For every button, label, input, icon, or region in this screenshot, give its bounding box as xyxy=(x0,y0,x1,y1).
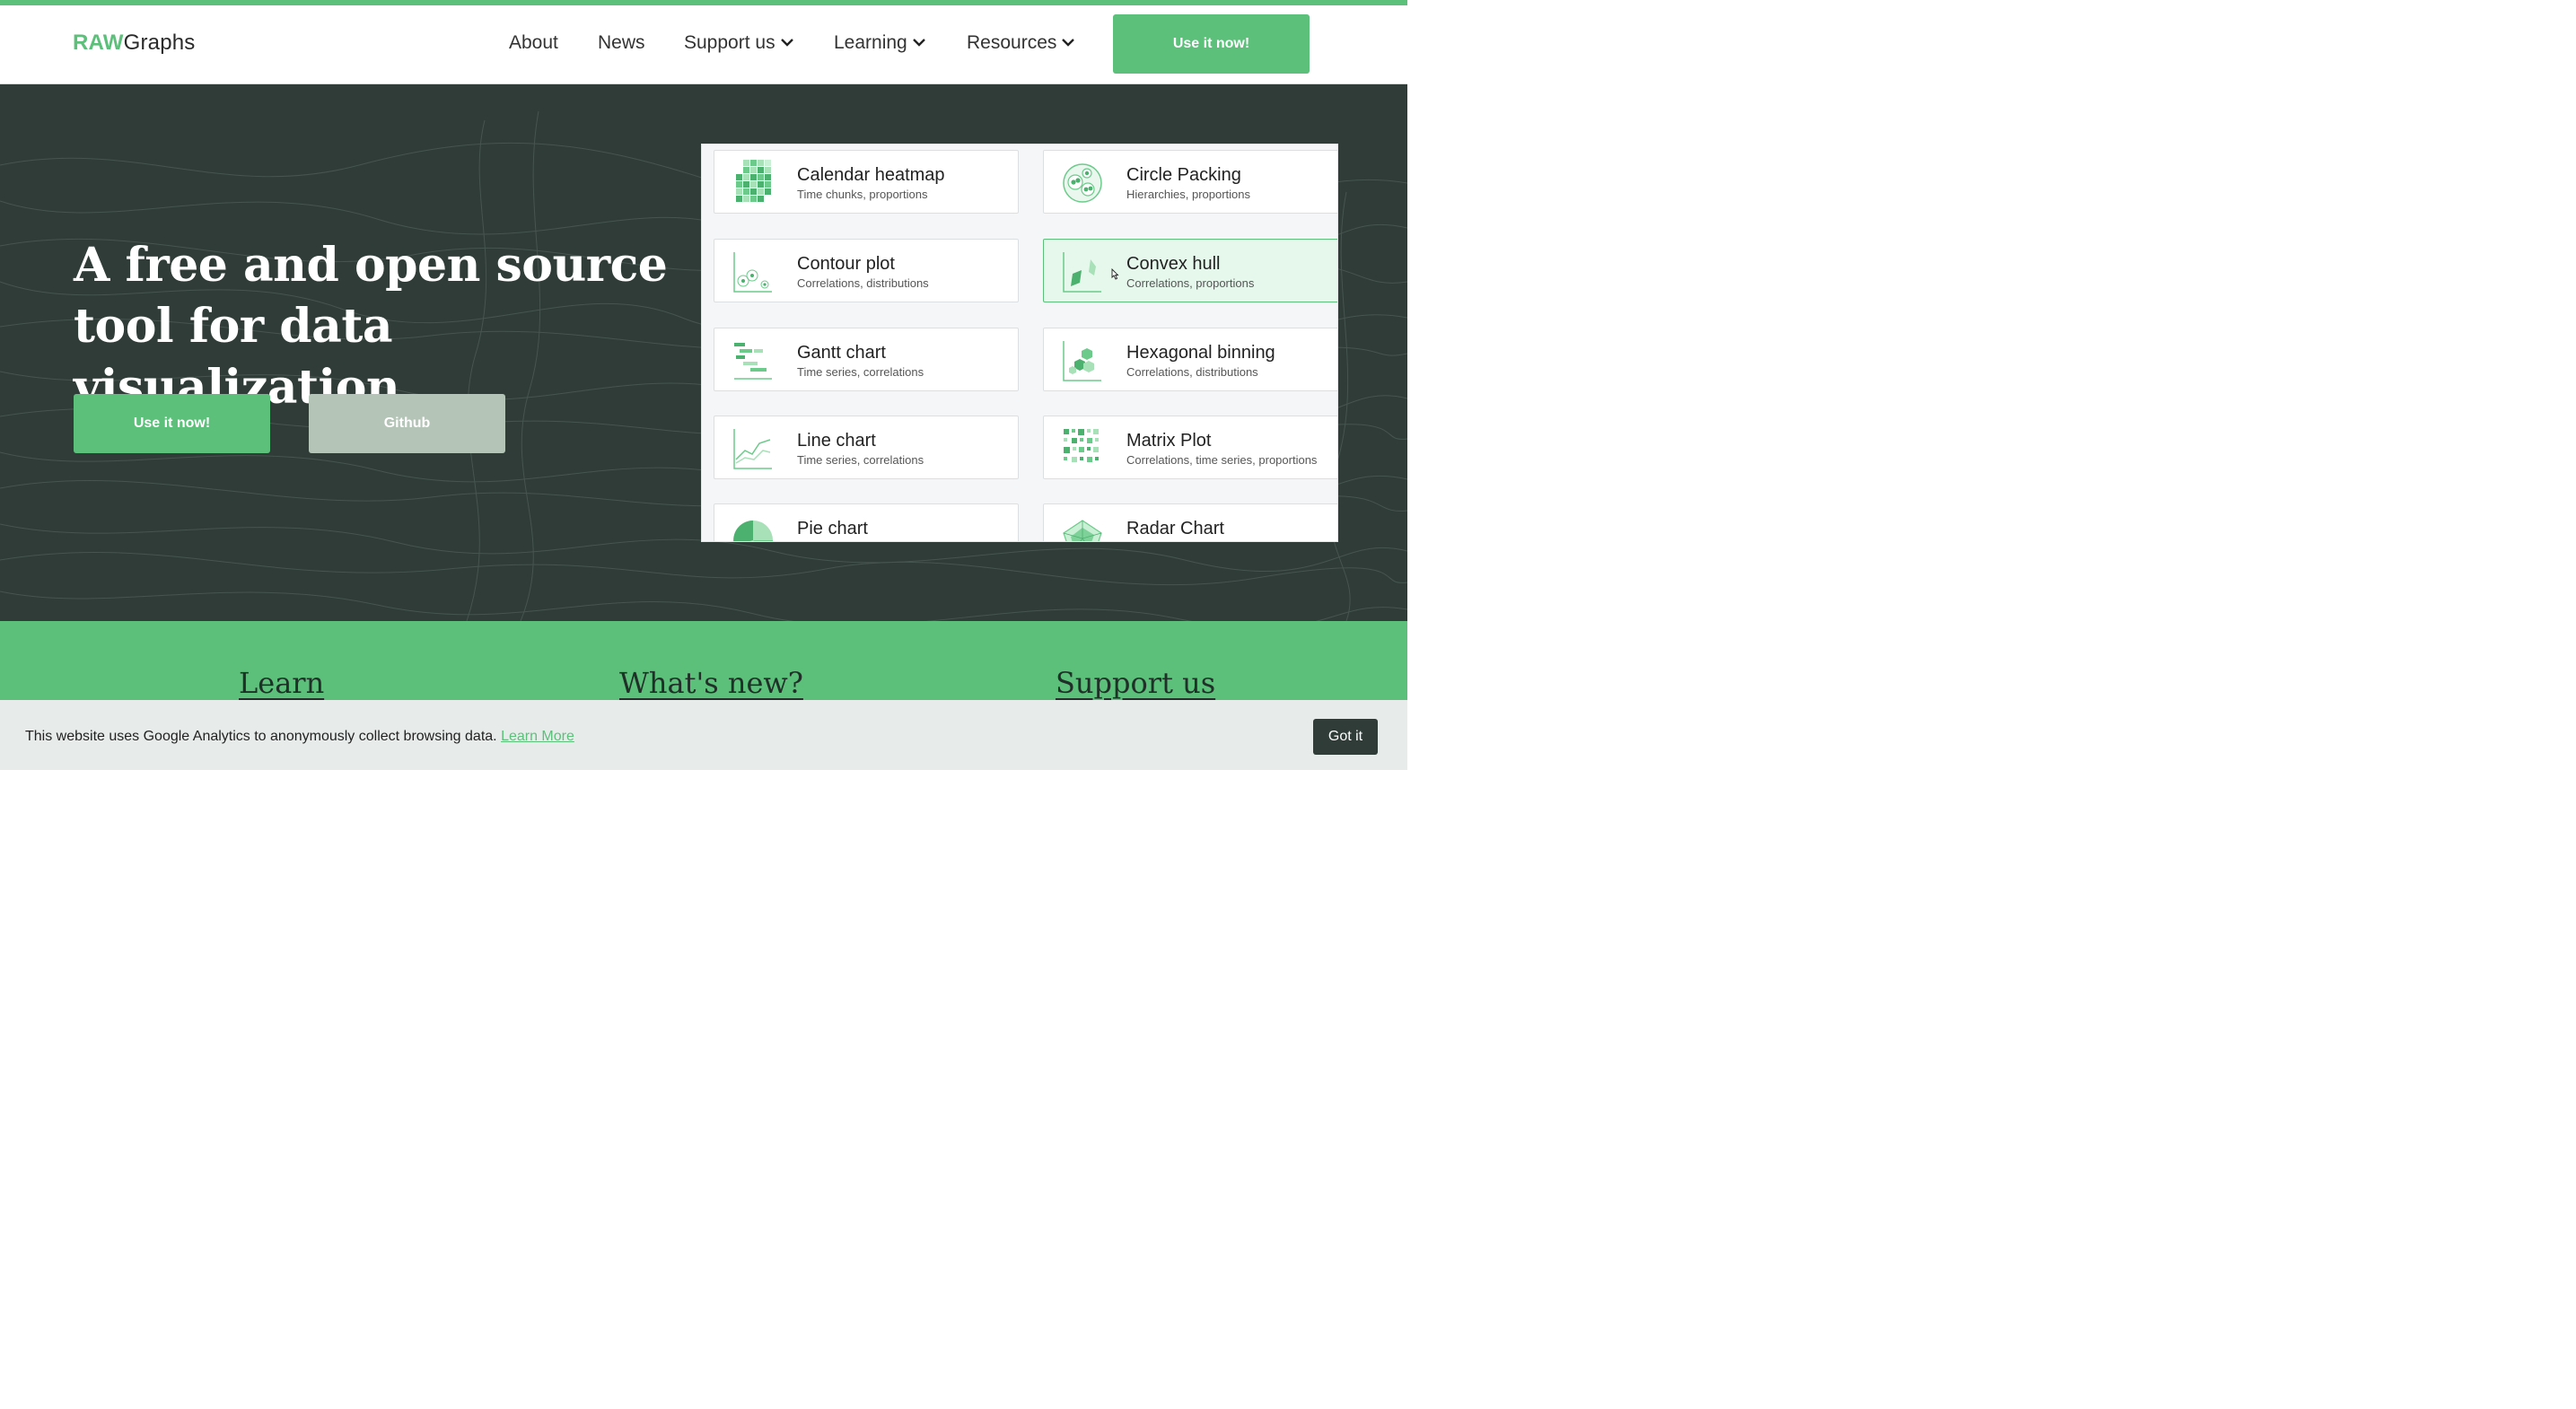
gantt-chart-icon xyxy=(734,343,772,380)
chart-card-title: Radar Chart xyxy=(1126,519,1224,538)
nav-about-label: About xyxy=(509,32,558,53)
hero-github-button[interactable]: Github xyxy=(309,394,505,453)
nav-learning[interactable]: Learning xyxy=(834,32,925,54)
nav-support-label: Support us xyxy=(684,32,775,53)
chart-card-subtitle: Hierarchies, proportions xyxy=(1126,188,1251,201)
hero-title-line-1: A free and open source xyxy=(74,238,668,293)
chart-card-subtitle: Time chunks, proportions xyxy=(797,188,928,201)
chart-card-title: Pie chart xyxy=(797,519,868,538)
pie-chart-icon xyxy=(733,521,773,541)
chart-card-convex-hull[interactable]: Convex hull Correlations, proportions xyxy=(1043,239,1337,302)
mouse-cursor-icon xyxy=(1111,268,1119,280)
chart-card-title: Contour plot xyxy=(797,254,895,274)
whats-new-link[interactable]: What's new? xyxy=(619,666,803,700)
chart-card-line-chart[interactable]: Line chart Time series, correlations xyxy=(714,416,1019,479)
chart-card-title: Convex hull xyxy=(1126,254,1221,274)
nav-support-us[interactable]: Support us xyxy=(684,32,793,54)
nav-resources-label: Resources xyxy=(967,32,1057,53)
logo-graphs: Graphs xyxy=(123,31,196,55)
chart-card-matrix-plot[interactable]: Matrix Plot Correlations, time series, p… xyxy=(1043,416,1337,479)
cookie-learn-more-link[interactable]: Learn More xyxy=(501,729,574,744)
circle-packing-icon xyxy=(1063,163,1102,203)
chart-card-title: Line chart xyxy=(797,431,876,451)
convex-hull-icon xyxy=(1063,252,1101,293)
chevron-down-icon xyxy=(912,39,925,47)
chart-card-hexagonal-binning[interactable]: Hexagonal binning Correlations, distribu… xyxy=(1043,328,1337,391)
hexagonal-binning-icon xyxy=(1063,341,1101,381)
nav-news-label: News xyxy=(598,32,645,53)
chart-card-subtitle: Correlations, distributions xyxy=(1126,365,1258,379)
chevron-down-icon xyxy=(780,39,793,47)
chart-card-contour-plot[interactable]: Contour plot Correlations, distributions xyxy=(714,239,1019,302)
support-us-link[interactable]: Support us xyxy=(1056,666,1215,700)
chart-card-subtitle: Time series, correlations xyxy=(797,453,924,467)
hero-section: A free and open source tool for data vis… xyxy=(0,84,1407,621)
chart-card-subtitle: Correlations, time series, proportions xyxy=(1126,453,1318,467)
nav-resources[interactable]: Resources xyxy=(967,32,1075,54)
chart-types-panel: Calendar heatmap Time chunks, proportion… xyxy=(701,144,1338,542)
nav-about[interactable]: About xyxy=(509,32,558,54)
hero-title: A free and open source tool for data vis… xyxy=(74,235,684,418)
chart-card-title: Circle Packing xyxy=(1126,165,1241,185)
chart-card-subtitle: Correlations, proportions xyxy=(1126,276,1255,290)
site-header: RAWGraphs About News Support us Learning… xyxy=(0,5,1407,84)
chart-card-pie-chart[interactable]: Pie chart xyxy=(714,503,1019,541)
nav-learning-label: Learning xyxy=(834,32,907,53)
site-logo[interactable]: RAWGraphs xyxy=(73,31,196,56)
cookie-got-it-button[interactable]: Got it xyxy=(1313,719,1378,755)
chart-card-title: Matrix Plot xyxy=(1126,431,1212,451)
learn-link[interactable]: Learn xyxy=(239,666,324,700)
chart-card-radar-chart[interactable]: Radar Chart xyxy=(1043,503,1337,541)
chart-card-title: Gantt chart xyxy=(797,343,886,363)
nav-news[interactable]: News xyxy=(598,32,645,54)
logo-raw: RAW xyxy=(73,31,124,55)
chart-card-title: Hexagonal binning xyxy=(1126,343,1275,363)
contour-plot-icon xyxy=(733,252,772,293)
cookie-message: This website uses Google Analytics to an… xyxy=(25,729,574,745)
chart-card-title: Calendar heatmap xyxy=(797,165,945,185)
calendar-heatmap-icon xyxy=(736,160,771,202)
chart-card-calendar-heatmap[interactable]: Calendar heatmap Time chunks, proportion… xyxy=(714,150,1019,214)
cookie-text: This website uses Google Analytics to an… xyxy=(25,729,497,744)
header-use-it-now-button[interactable]: Use it now! xyxy=(1113,14,1310,74)
chart-card-circle-packing[interactable]: Circle Packing Hierarchies, proportions xyxy=(1043,150,1337,214)
radar-chart-icon xyxy=(1063,520,1102,541)
chart-card-subtitle: Time series, correlations xyxy=(797,365,924,379)
chart-card-subtitle: Correlations, distributions xyxy=(797,276,929,290)
hero-use-it-now-button[interactable]: Use it now! xyxy=(74,394,270,453)
chart-card-gantt-chart[interactable]: Gantt chart Time series, correlations xyxy=(714,328,1019,391)
matrix-plot-icon xyxy=(1064,429,1099,462)
line-chart-icon xyxy=(733,429,772,469)
cookie-banner: This website uses Google Analytics to an… xyxy=(0,700,1407,770)
chevron-down-icon xyxy=(1062,39,1075,47)
